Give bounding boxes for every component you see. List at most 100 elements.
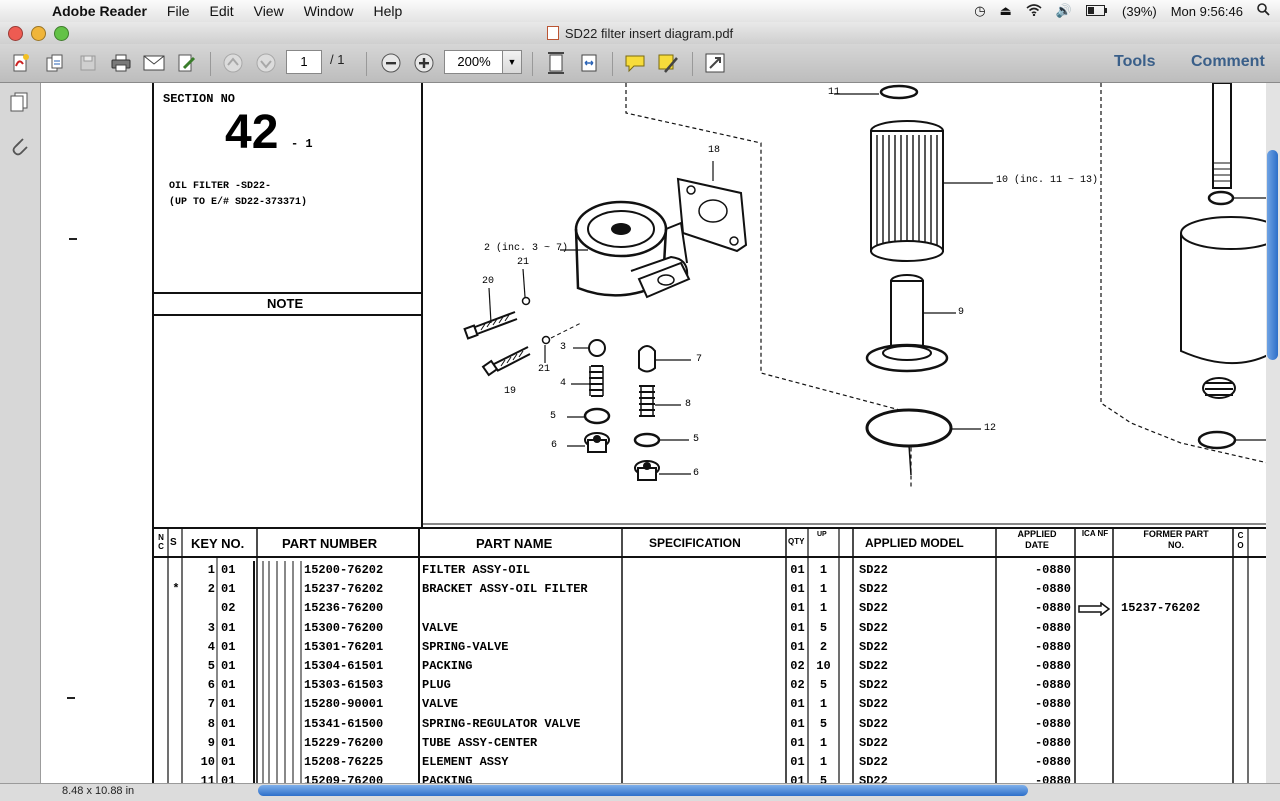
zoom-dropdown-chevron-icon[interactable]: ▼ [502, 50, 522, 74]
previous-page-icon[interactable] [220, 51, 246, 75]
minimize-window-button[interactable] [31, 26, 46, 41]
time-machine-icon[interactable]: ◷ [974, 3, 985, 19]
horizontal-scroll-thumb[interactable] [258, 785, 1028, 796]
section-suffix: - 1 [291, 137, 313, 151]
cell-name: ELEMENT ASSY [422, 755, 509, 769]
full-screen-icon[interactable] [702, 51, 728, 75]
cell-part: 15237-76202 [304, 582, 384, 597]
cell-up: 10 [816, 659, 831, 673]
menu-file[interactable]: File [167, 3, 190, 19]
menu-edit[interactable]: Edit [209, 3, 233, 19]
cell-name: PLUG [422, 678, 451, 693]
cell-date: -0880 [1034, 716, 1071, 731]
battery-icon[interactable] [1086, 4, 1108, 19]
header-qty: QTY [788, 537, 805, 546]
cell-part: 15208-76225 [304, 755, 384, 769]
cell-model: SD22 [859, 582, 888, 597]
header-co: C O [1237, 531, 1244, 550]
table-row: 5 01 15304-61501 PACKING 02 10 SD22 -0880 [41, 657, 1268, 676]
cell-key: 8 [207, 716, 215, 731]
cell-name: SPRING-VALVE [422, 639, 509, 654]
save-icon[interactable] [75, 51, 101, 75]
zoom-in-icon[interactable] [411, 51, 437, 75]
menu-help[interactable]: Help [374, 3, 403, 19]
cell-up: 1 [819, 601, 828, 616]
menubar-clock[interactable]: Mon 9:56:46 [1171, 4, 1243, 19]
eject-icon[interactable]: ⏏ [1000, 3, 1012, 19]
cell-date: -0880 [1034, 582, 1071, 597]
gasket-plate-part [676, 177, 748, 253]
menu-app-name[interactable]: Adobe Reader [52, 3, 147, 19]
zoom-window-button[interactable] [54, 26, 69, 41]
cell-key: 11 [200, 774, 215, 783]
cell-model: SD22 [859, 639, 888, 654]
sign-edit-icon[interactable] [174, 51, 200, 75]
email-icon[interactable] [141, 51, 167, 75]
header-ica-nf: ICA NF [1081, 529, 1109, 538]
cell-date: -0880 [1034, 601, 1071, 616]
zoom-level-input[interactable]: 200% [444, 50, 504, 74]
cell-qty: 01 [790, 716, 805, 731]
cell-up: 2 [819, 639, 828, 654]
table-row: 02 15236-76200 01 1 SD22 -0880 15237-76202 [41, 599, 1268, 618]
page-size-label: 8.48 x 10.88 in [62, 785, 135, 797]
fit-width-icon[interactable] [576, 51, 602, 75]
cell-qty: 01 [790, 774, 805, 783]
next-page-icon[interactable] [253, 51, 279, 75]
menu-view[interactable]: View [254, 3, 284, 19]
table-row: 9 01 15229-76200 TUBE ASSY-CENTER 01 1 SD22 -08… [41, 734, 1268, 753]
table-row: 10 01 15208-76225 ELEMENT ASSY 01 1 SD22 -0880 [41, 753, 1268, 772]
close-window-button[interactable] [8, 26, 23, 41]
zoom-out-icon[interactable] [378, 51, 404, 75]
cell-key: 10 [200, 755, 215, 769]
comment-button[interactable]: Comment [1191, 53, 1265, 71]
cell-key: 7 [207, 697, 215, 712]
table-row: 1 01 15200-76202 FILTER ASSY-OIL 01 1 SD22 -088… [41, 561, 1268, 580]
combine-files-icon[interactable] [42, 51, 68, 75]
volume-icon[interactable]: 🔊 [1056, 3, 1072, 19]
cell-name: VALVE [422, 697, 459, 712]
callout-20: 20 [482, 276, 495, 287]
cell-qty: 01 [790, 601, 805, 616]
cell-name: BRACKET ASSY-OIL FILTER [422, 582, 588, 597]
wifi-icon[interactable] [1026, 3, 1042, 19]
fit-page-icon[interactable] [543, 51, 569, 75]
attachments-icon[interactable] [9, 133, 29, 162]
callout-10: 10 (inc. 11 ~ 13) [996, 175, 1099, 186]
tools-button[interactable]: Tools [1114, 53, 1155, 71]
header-s: S [170, 537, 177, 548]
header-applied-date: APPLIED DATE [1017, 529, 1057, 550]
cell-s: * [172, 582, 180, 597]
cell-up: 5 [819, 678, 828, 693]
callout-7: 7 [696, 354, 703, 365]
center-tube-part [865, 274, 949, 373]
page-number-input[interactable]: 1 [286, 50, 322, 74]
cell-former: 15237-76202 [1121, 601, 1201, 616]
table-row: * 2 01 15237-76202 BRACKET ASSY-OIL FILTER 01… [41, 580, 1268, 599]
window-title: SD22 filter insert diagram.pdf [564, 25, 734, 41]
cell-part: 15200-76202 [304, 563, 384, 577]
cell-up: 1 [819, 697, 828, 712]
vertical-scroll-thumb[interactable] [1267, 150, 1278, 360]
table-row: 11 01 15209-76200 PACKING 01 5 SD22 -0880 [41, 772, 1268, 783]
spotlight-icon[interactable] [1257, 3, 1270, 19]
sticky-note-icon[interactable] [622, 51, 648, 75]
cell-part: 15303-61503 [304, 678, 384, 693]
cell-model: SD22 [859, 563, 888, 577]
table-row: 4 01 15301-76201 SPRING-VALVE 01 2 SD22 -0880 [41, 638, 1268, 657]
filter-element-part [870, 120, 944, 262]
callout-5-right: 5 [693, 434, 700, 445]
create-pdf-icon[interactable] [8, 51, 34, 75]
doc-title-line1: OIL FILTER -SD22- [169, 181, 272, 192]
table-row: 3 01 15300-76200 VALVE 01 5 SD22 -0880 [41, 619, 1268, 638]
highlight-icon[interactable] [655, 51, 681, 75]
menu-window[interactable]: Window [304, 3, 354, 19]
document-view[interactable]: SECTION NO 42 - 1 OIL FILTER -SD22- (UP … [41, 83, 1268, 783]
pdf-file-icon [546, 26, 559, 40]
cell-up: 5 [819, 716, 828, 731]
cell-name: VALVE [422, 620, 459, 635]
page-thumbnails-icon[interactable] [9, 91, 29, 118]
print-icon[interactable] [108, 51, 134, 75]
cell-up: 5 [819, 774, 828, 783]
cell-model: SD22 [859, 601, 888, 616]
